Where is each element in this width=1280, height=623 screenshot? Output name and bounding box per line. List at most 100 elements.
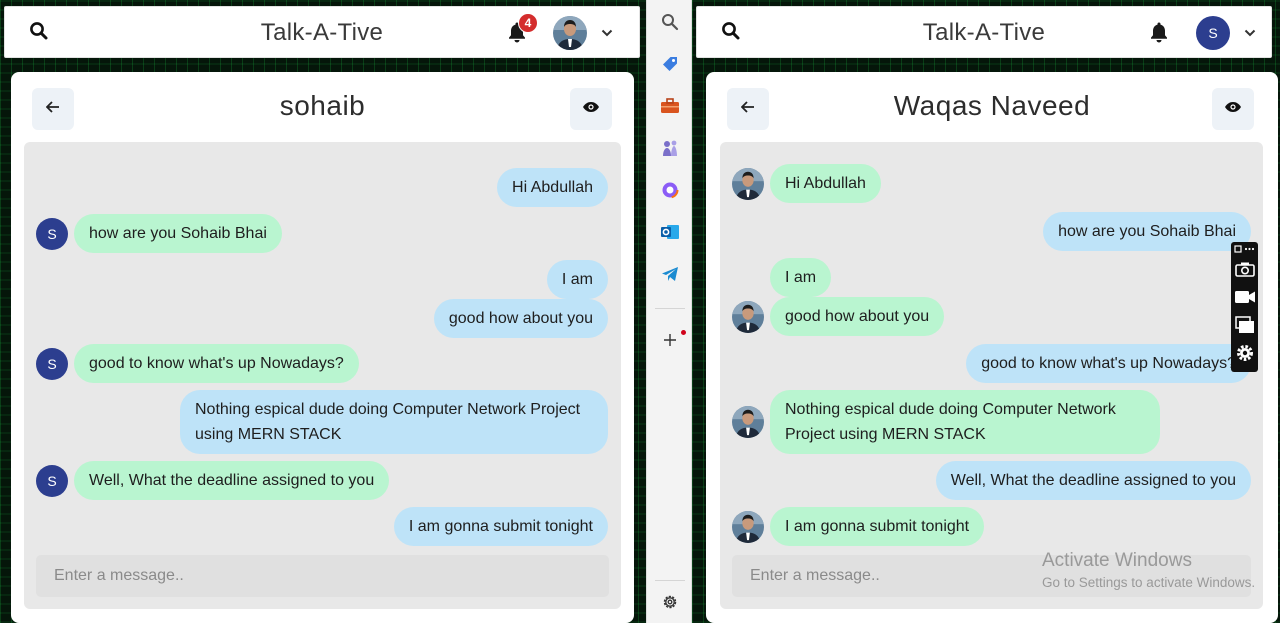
camera-icon bbox=[1234, 261, 1255, 282]
message-bubble: good how about you bbox=[770, 297, 945, 336]
arrow-left-icon bbox=[740, 100, 755, 118]
gear-icon bbox=[1235, 343, 1255, 368]
send-icon bbox=[661, 266, 679, 287]
message-bubble: Nothing espical dude doing Computer Netw… bbox=[770, 390, 1160, 454]
notifications-button[interactable]: 4 bbox=[503, 13, 538, 48]
browser-sidebar bbox=[646, 0, 692, 623]
message-row: good to know what's up Nowadays? bbox=[966, 344, 1251, 383]
eye-icon bbox=[1224, 100, 1242, 118]
message-row: I am bbox=[546, 260, 608, 299]
message-bubble: I am gonna submit tonight bbox=[770, 507, 985, 546]
eye-icon bbox=[582, 100, 600, 118]
search-button[interactable] bbox=[717, 20, 745, 46]
message-row: good how about you bbox=[433, 299, 608, 338]
chevron-down-icon bbox=[601, 24, 613, 42]
message-row: Nothing espical dude doing Computer Netw… bbox=[180, 390, 608, 454]
message-bubble: how are you Sohaib Bhai bbox=[1043, 212, 1251, 251]
chevron-down-icon bbox=[1244, 24, 1256, 42]
message-row: S good to know what's up Nowadays? bbox=[36, 344, 359, 383]
tag-icon bbox=[661, 55, 679, 78]
user-avatar bbox=[553, 16, 587, 50]
view-profile-button[interactable] bbox=[570, 88, 612, 130]
more-options-icon bbox=[1233, 241, 1256, 259]
telegram-sidebar-button[interactable] bbox=[658, 264, 682, 288]
message-input[interactable] bbox=[732, 555, 1251, 597]
record-video-button[interactable] bbox=[1233, 288, 1256, 310]
profile-menu-button[interactable]: S bbox=[1196, 15, 1256, 51]
sidebar-divider bbox=[655, 580, 685, 581]
back-button[interactable] bbox=[32, 88, 74, 130]
message-row: Well, What the deadline assigned to you bbox=[935, 461, 1251, 500]
message-input[interactable] bbox=[36, 555, 609, 597]
message-row: Hi Abdullah bbox=[732, 164, 881, 203]
chat-box: sohaib Hi Abdullah S how are you Sohaib … bbox=[11, 72, 634, 623]
back-button[interactable] bbox=[727, 88, 769, 130]
messages-area: Hi Abdullah S how are you Sohaib Bhai I … bbox=[24, 142, 621, 609]
left-chat-window: Talk-A-Tive 4 sohaib Hi Abdullah S how a… bbox=[0, 0, 646, 623]
search-button[interactable] bbox=[25, 20, 53, 46]
chess-pieces-icon bbox=[660, 139, 680, 162]
user-avatar: S bbox=[1196, 16, 1230, 50]
message-bubble: good to know what's up Nowadays? bbox=[966, 344, 1251, 383]
outlook-icon bbox=[660, 223, 680, 246]
message-row: Nothing espical dude doing Computer Netw… bbox=[732, 390, 1160, 454]
capture-window-button[interactable] bbox=[1233, 315, 1256, 339]
message-bubble: Hi Abdullah bbox=[497, 168, 608, 207]
outlook-sidebar-button[interactable] bbox=[658, 222, 682, 246]
message-row: I am bbox=[770, 258, 832, 297]
message-row: S Well, What the deadline assigned to yo… bbox=[36, 461, 390, 500]
sidebar-settings-button[interactable] bbox=[658, 592, 682, 616]
message-row: I am gonna submit tonight bbox=[393, 507, 608, 546]
view-profile-button[interactable] bbox=[1212, 88, 1254, 130]
notifications-button[interactable] bbox=[1145, 20, 1173, 48]
windows-stack-icon bbox=[1234, 315, 1255, 339]
capture-options-button[interactable] bbox=[1233, 243, 1256, 257]
arrow-left-icon bbox=[45, 100, 60, 118]
message-bubble: Nothing espical dude doing Computer Netw… bbox=[180, 390, 608, 454]
notification-badge: 4 bbox=[518, 13, 538, 33]
sender-avatar: S bbox=[36, 217, 68, 250]
message-row: S how are you Sohaib Bhai bbox=[36, 214, 282, 253]
chat-box: Waqas Naveed Hi Abdullah how are you Soh… bbox=[706, 72, 1278, 623]
magnifier-icon bbox=[661, 13, 679, 36]
top-bar: Talk-A-Tive 4 bbox=[4, 6, 640, 58]
message-bubble: good how about you bbox=[433, 299, 608, 338]
search-sidebar-button[interactable] bbox=[658, 12, 682, 36]
app-title: Talk-A-Tive bbox=[260, 19, 384, 46]
chat-title: sohaib bbox=[279, 90, 366, 121]
sender-avatar bbox=[732, 510, 764, 543]
screenshot-button[interactable] bbox=[1233, 260, 1256, 282]
gear-icon bbox=[661, 593, 679, 616]
shopping-sidebar-button[interactable] bbox=[658, 54, 682, 78]
search-icon bbox=[29, 21, 49, 46]
capture-toolbar bbox=[1231, 242, 1258, 372]
message-bubble: Well, What the deadline assigned to you bbox=[935, 461, 1251, 500]
bell-icon bbox=[1149, 21, 1169, 48]
search-icon bbox=[721, 21, 741, 46]
sender-avatar: S bbox=[36, 464, 68, 497]
message-bubble: I am bbox=[770, 258, 832, 297]
sender-avatar bbox=[732, 406, 764, 438]
message-row: good how about you bbox=[732, 297, 945, 336]
video-camera-icon bbox=[1234, 290, 1256, 309]
capture-settings-button[interactable] bbox=[1233, 344, 1256, 366]
tools-sidebar-button[interactable] bbox=[658, 96, 682, 120]
sidebar-divider bbox=[655, 308, 685, 309]
toolbox-icon bbox=[660, 97, 680, 119]
sender-avatar bbox=[732, 167, 764, 200]
profile-menu-button[interactable] bbox=[553, 15, 613, 51]
sender-avatar bbox=[732, 300, 764, 333]
plus-icon bbox=[662, 332, 678, 353]
top-bar: Talk-A-Tive S bbox=[696, 6, 1272, 58]
office-icon bbox=[661, 181, 679, 204]
message-row: I am gonna submit tonight bbox=[732, 507, 985, 546]
copilot-sidebar-button[interactable] bbox=[658, 180, 682, 204]
message-bubble: how are you Sohaib Bhai bbox=[74, 214, 282, 253]
sender-avatar: S bbox=[36, 347, 68, 380]
right-chat-window: Talk-A-Tive S Waqas Naveed Hi Abdullah h… bbox=[692, 0, 1280, 623]
message-bubble: good to know what's up Nowadays? bbox=[74, 344, 359, 383]
add-sidebar-app-button[interactable] bbox=[658, 330, 686, 354]
app-title: Talk-A-Tive bbox=[922, 19, 1046, 46]
games-sidebar-button[interactable] bbox=[658, 138, 682, 162]
message-bubble: Well, What the deadline assigned to you bbox=[74, 461, 390, 500]
